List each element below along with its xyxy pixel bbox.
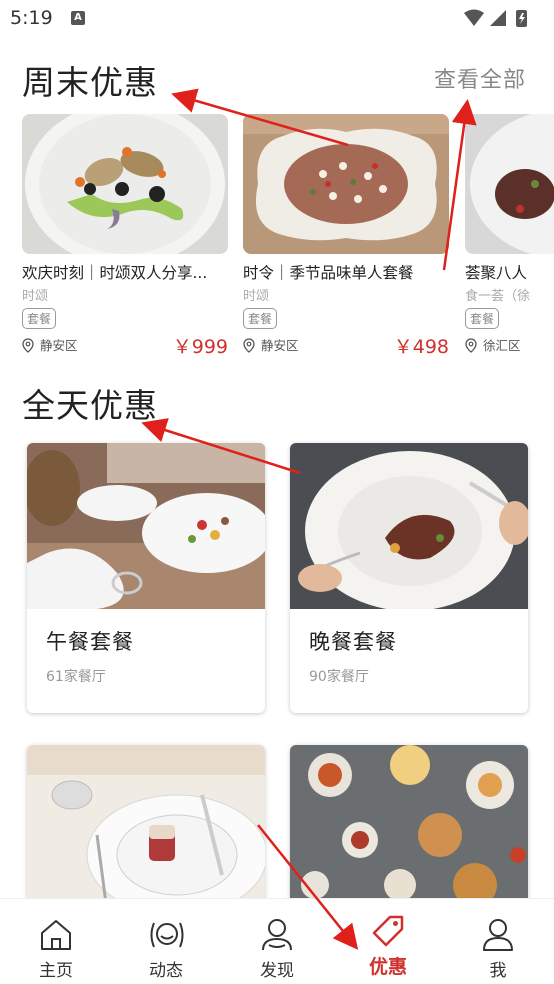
weekend-card[interactable]: 荟聚八人 食一荟（徐 套餐 徐汇区 (465, 114, 554, 359)
offer-name: 欢庆时刻｜时颂双人分享... (22, 264, 208, 282)
allday-section-title: 全天优惠 (22, 386, 158, 425)
restaurant-name: 时颂 (22, 289, 49, 304)
allday-card-lunch[interactable]: 午餐套餐 61家餐厅 (27, 443, 265, 713)
district: 徐汇区 (483, 338, 521, 353)
weekend-card[interactable]: 欢庆时刻｜时颂双人分享... 时颂 套餐 静安区 ￥999 (22, 114, 228, 359)
signal-icon (490, 10, 506, 26)
restaurant-name: 食一荟（徐 (465, 289, 531, 304)
bottom-tab-bar: 主页 动态 发现 优惠 我 (0, 898, 554, 984)
offer-name: 荟聚八人 (465, 264, 528, 282)
buffet-image (290, 745, 528, 905)
price: ￥999 (172, 336, 228, 358)
restaurant-count: 90家餐厅 (309, 669, 369, 685)
allday-card-buffet[interactable] (290, 745, 528, 905)
price: ￥498 (393, 336, 449, 358)
user-discover-icon (262, 919, 292, 951)
restaurant-count: 61家餐厅 (46, 669, 106, 685)
tab-deals[interactable]: 优惠 (348, 899, 428, 984)
weekend-card[interactable]: 时令｜季节品味单人套餐 时颂 套餐 静安区 ￥498 (243, 114, 449, 359)
tab-home[interactable]: 主页 (16, 899, 96, 984)
card-title: 午餐套餐 (46, 630, 134, 654)
afternoon-tea-image (27, 745, 265, 905)
dish-image (22, 114, 228, 254)
tab-discover[interactable]: 发现 (237, 899, 317, 984)
district: 静安区 (261, 338, 299, 353)
chat-icon (150, 922, 184, 948)
tab-label: 动态 (149, 961, 183, 981)
tab-label: 我 (489, 961, 507, 981)
restaurant-name: 时颂 (243, 289, 270, 304)
see-all-link[interactable]: 查看全部 (434, 62, 526, 94)
location: 静安区 (22, 335, 78, 354)
card-title: 晚餐套餐 (309, 630, 397, 654)
weekend-carousel[interactable]: 欢庆时刻｜时颂双人分享... 时颂 套餐 静安区 ￥999 时令｜季节品味单人套… (22, 114, 554, 359)
tag-icon (372, 915, 404, 947)
tab-me[interactable]: 我 (458, 899, 538, 984)
profile-icon (483, 919, 513, 951)
system-status-icons (464, 9, 527, 27)
location: 徐汇区 (465, 335, 521, 354)
offer-tag: 套餐 (465, 308, 500, 329)
status-time: 5:19 (10, 7, 53, 29)
offer-tag: 套餐 (22, 308, 57, 329)
offer-tag: 套餐 (243, 308, 278, 329)
location-pin-icon (243, 338, 255, 353)
location-pin-icon (465, 338, 477, 353)
dinner-image (290, 443, 528, 609)
dish-image (243, 114, 449, 254)
allday-card-afternoon[interactable] (27, 745, 265, 905)
allday-card-dinner[interactable]: 晚餐套餐 90家餐厅 (290, 443, 528, 713)
tab-label: 主页 (39, 961, 73, 981)
location: 静安区 (243, 335, 299, 354)
status-bar: 5:19 A (0, 0, 554, 36)
wifi-icon (464, 9, 484, 26)
tab-feed[interactable]: 动态 (126, 899, 206, 984)
dish-image (465, 114, 554, 254)
tab-label: 优惠 (368, 956, 407, 978)
location-pin-icon (22, 338, 34, 353)
tab-label: 发现 (260, 961, 294, 981)
home-icon (41, 920, 71, 950)
weekend-section-title: 周末优惠 (22, 63, 158, 102)
district: 静安区 (40, 338, 78, 353)
notification-icon: A (71, 11, 85, 25)
lunch-image (27, 443, 265, 609)
offer-name: 时令｜季节品味单人套餐 (243, 264, 414, 282)
